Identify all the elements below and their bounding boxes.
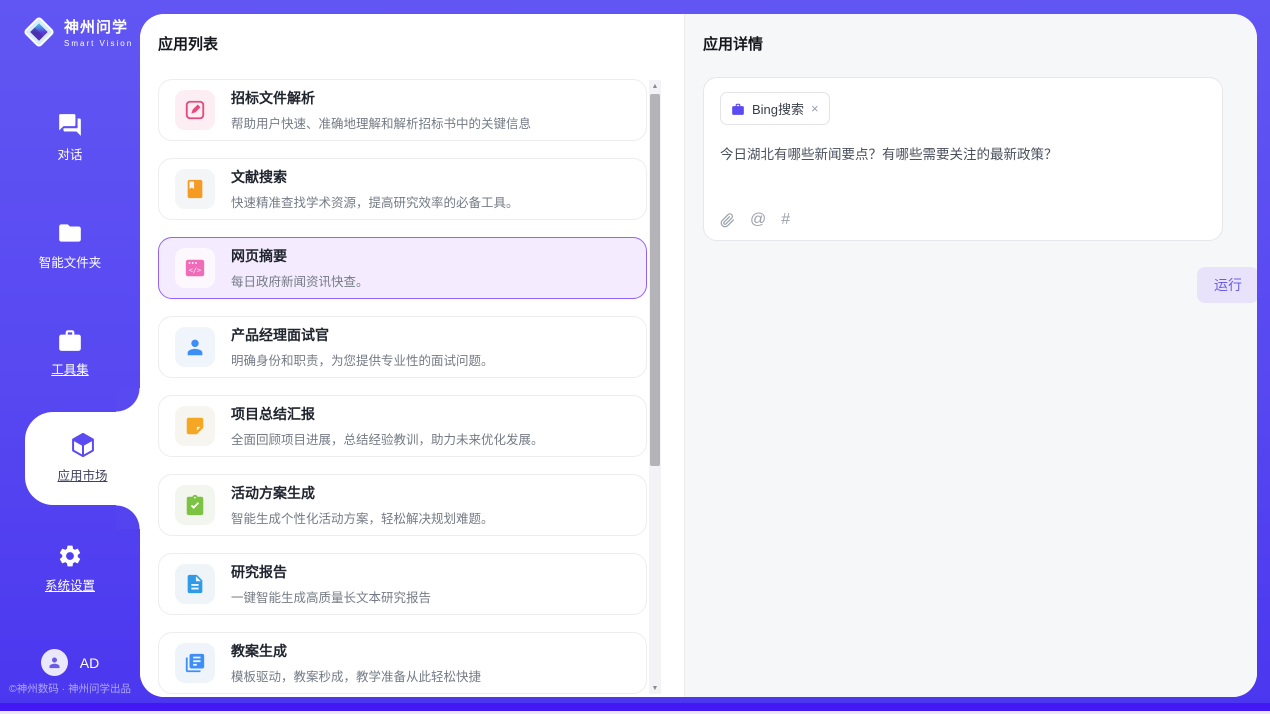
mention-icon[interactable]: @ — [750, 212, 766, 228]
app-list: 招标文件解析 帮助用户快速、准确地理解和解析招标书中的关键信息 文献搜索 — [158, 79, 647, 694]
cube-icon — [69, 431, 97, 459]
sidebar-item-toolset[interactable]: 工具集 — [0, 327, 140, 378]
composer-toolbar: @ # — [720, 212, 790, 228]
run-button[interactable]: 运行 — [1197, 267, 1257, 303]
user-account[interactable]: AD — [0, 649, 140, 676]
interviewer-icon — [184, 336, 206, 358]
app-list-panel: 应用列表 招标文件解析 帮助用户快速、准确地理解和解析招标书中的关键信息 — [140, 14, 684, 697]
sidebar: 神州问学 Smart Vision 对话 智能文件夹 — [0, 0, 140, 703]
app-card-desc: 每日政府新闻资讯快查。 — [231, 271, 369, 290]
app-card-bid-document-analysis[interactable]: 招标文件解析 帮助用户快速、准确地理解和解析招标书中的关键信息 — [158, 79, 647, 141]
brand-logo-icon — [20, 13, 58, 51]
book-icon — [184, 178, 206, 200]
app-card-title: 文献搜索 — [231, 167, 519, 187]
svg-text:</>: </> — [189, 267, 201, 275]
scrollbar-thumb[interactable] — [650, 94, 660, 466]
app-card-desc: 全面回顾项目进展，总结经验教训，助力未来优化发展。 — [231, 429, 544, 448]
books-icon — [184, 652, 206, 674]
gear-icon — [57, 543, 83, 569]
sidebar-item-app-market[interactable]: 应用市场 — [25, 412, 140, 505]
app-card-title: 产品经理面试官 — [231, 325, 494, 345]
app-card-event-plan[interactable]: 活动方案生成 智能生成个性化活动方案，轻松解决规划难题。 — [158, 474, 647, 536]
app-card-webpage-summary[interactable]: </> 网页摘要 每日政府新闻资讯快查。 — [158, 237, 647, 299]
webpage-code-icon: </> — [184, 257, 206, 279]
briefcase-icon — [57, 327, 83, 353]
document-edit-icon — [184, 99, 206, 121]
app-card-title: 招标文件解析 — [231, 88, 531, 108]
app-card-desc: 一键智能生成高质量长文本研究报告 — [231, 587, 431, 606]
window-bottom-strip — [0, 703, 1270, 711]
app-card-title: 项目总结汇报 — [231, 404, 544, 424]
app-detail-panel: 应用详情 Bing搜索 × 今日湖北有哪些新闻要点？有哪些需要关注的最新政策？ — [684, 14, 1257, 697]
user-name: AD — [80, 655, 99, 671]
app-window: 神州问学 Smart Vision 对话 智能文件夹 — [0, 0, 1270, 714]
sidebar-item-settings[interactable]: 系统设置 — [0, 543, 140, 594]
app-card-desc: 快速精准查找学术资源，提高研究效率的必备工具。 — [231, 192, 519, 211]
app-card-desc: 智能生成个性化活动方案，轻松解决规划难题。 — [231, 508, 494, 527]
copyright-footer: ©神州数码 · 神州问学出品 — [0, 681, 140, 696]
summary-note-icon — [184, 415, 206, 437]
app-card-lesson-plan[interactable]: 教案生成 模板驱动，教案秒成，教学准备从此轻松快捷 — [158, 632, 647, 694]
sidebar-item-label: 智能文件夹 — [0, 252, 140, 271]
tool-chip-bing-search[interactable]: Bing搜索 × — [720, 92, 830, 125]
app-card-title: 研究报告 — [231, 562, 431, 582]
app-card-title: 网页摘要 — [231, 246, 369, 266]
avatar — [41, 649, 68, 676]
sidebar-item-label: 工具集 — [0, 359, 140, 378]
brand-subtitle: Smart Vision — [64, 39, 133, 48]
scroll-down-icon[interactable]: ▼ — [649, 682, 661, 694]
app-list-title: 应用列表 — [158, 34, 684, 55]
prompt-input-card[interactable]: Bing搜索 × 今日湖北有哪些新闻要点？有哪些需要关注的最新政策？ @ # — [703, 77, 1223, 241]
app-card-desc: 帮助用户快速、准确地理解和解析招标书中的关键信息 — [231, 113, 531, 132]
scroll-up-icon[interactable]: ▲ — [649, 80, 661, 92]
sidebar-item-label: 对话 — [0, 144, 140, 163]
app-card-pm-interviewer[interactable]: 产品经理面试官 明确身份和职责，为您提供专业性的面试问题。 — [158, 316, 647, 378]
research-doc-icon — [184, 573, 206, 595]
main-content-card: 应用列表 招标文件解析 帮助用户快速、准确地理解和解析招标书中的关键信息 — [140, 14, 1257, 697]
chip-label: Bing搜索 — [752, 99, 804, 118]
sidebar-item-smart-folder[interactable]: 智能文件夹 — [0, 220, 140, 271]
app-card-desc: 模板驱动，教案秒成，教学准备从此轻松快捷 — [231, 666, 481, 685]
chat-icon — [57, 112, 83, 138]
app-card-title: 活动方案生成 — [231, 483, 494, 503]
hashtag-icon[interactable]: # — [781, 212, 790, 228]
folder-icon — [57, 220, 83, 246]
app-background: 神州问学 Smart Vision 对话 智能文件夹 — [0, 0, 1270, 703]
sidebar-item-label: 应用市场 — [25, 465, 140, 484]
close-icon[interactable]: × — [811, 102, 819, 115]
app-card-research-report[interactable]: 研究报告 一键智能生成高质量长文本研究报告 — [158, 553, 647, 615]
question-text[interactable]: 今日湖北有哪些新闻要点？有哪些需要关注的最新政策？ — [720, 143, 1206, 163]
brand: 神州问学 Smart Vision — [20, 13, 133, 51]
app-card-desc: 明确身份和职责，为您提供专业性的面试问题。 — [231, 350, 494, 369]
person-icon — [47, 655, 62, 670]
app-detail-title: 应用详情 — [703, 34, 1257, 55]
briefcase-icon — [731, 102, 745, 116]
app-card-title: 教案生成 — [231, 641, 481, 661]
clipboard-check-icon — [184, 494, 206, 516]
sidebar-item-chat[interactable]: 对话 — [0, 112, 140, 163]
app-card-project-summary[interactable]: 项目总结汇报 全面回顾项目进展，总结经验教训，助力未来优化发展。 — [158, 395, 647, 457]
list-scrollbar[interactable]: ▲ ▼ — [649, 80, 661, 694]
app-card-literature-search[interactable]: 文献搜索 快速精准查找学术资源，提高研究效率的必备工具。 — [158, 158, 647, 220]
attachment-icon[interactable] — [720, 213, 735, 228]
run-row: 运行 — [703, 267, 1257, 303]
brand-name: 神州问学 — [64, 16, 133, 37]
sidebar-item-label: 系统设置 — [0, 575, 140, 594]
